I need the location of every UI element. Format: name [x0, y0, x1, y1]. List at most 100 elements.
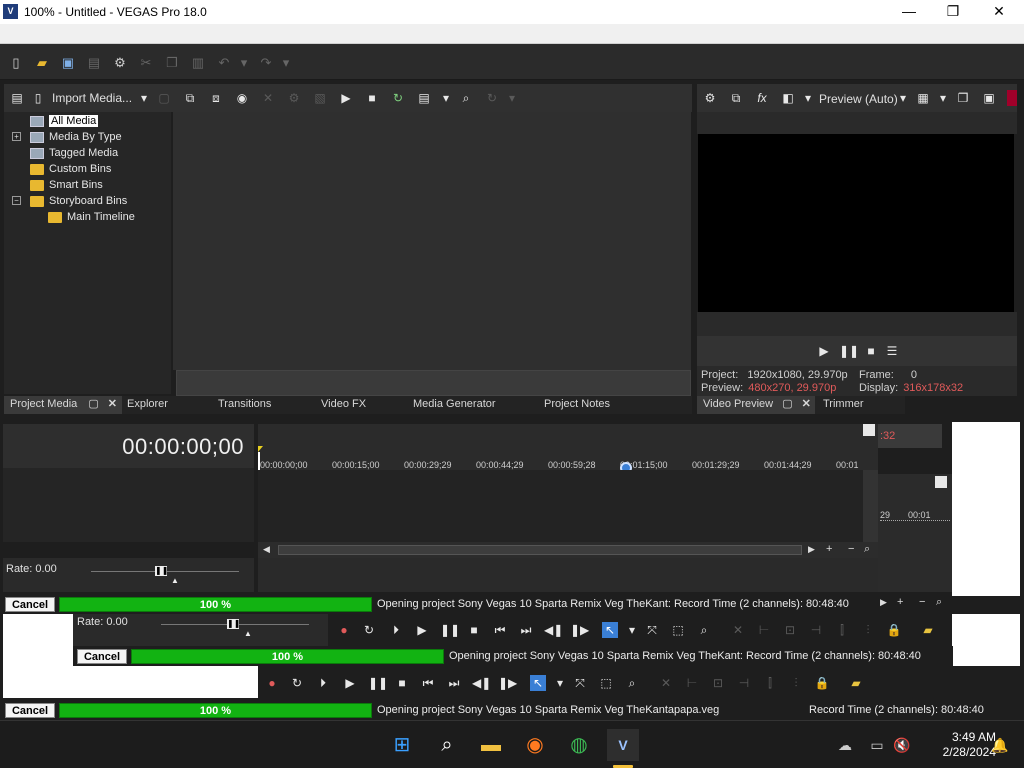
tab-trimmer[interactable]: Trimmer — [823, 396, 864, 414]
previous-frame-icon[interactable]: ◀❚ — [544, 622, 563, 638]
external-monitor-icon[interactable] — [1007, 90, 1017, 106]
trim-start-icon[interactable]: ⊢ — [684, 675, 700, 691]
zoom-out-icon[interactable]: − — [848, 543, 854, 555]
go-to-end-icon[interactable]: ⏭ — [518, 622, 534, 638]
zoom-in-icon[interactable]: + — [826, 543, 832, 555]
save-snapshot-icon[interactable]: ▣ — [981, 90, 997, 106]
capture-icon[interactable]: ▢ — [156, 90, 172, 106]
timeline-ruler[interactable]: 00:00:00;00 00:00:15;00 00:00:29;29 00:0… — [258, 424, 878, 474]
preview-device-icon[interactable]: ⧉ — [728, 90, 744, 106]
split-dropdown-icon[interactable]: ▾ — [800, 90, 816, 106]
selection-tool-icon[interactable]: ⬚ — [670, 622, 686, 638]
tab-media-generator[interactable]: Media Generator — [413, 396, 496, 414]
zoom-tool-icon[interactable]: ⌕ — [936, 596, 942, 609]
tree-item-tagged-media[interactable]: Tagged Media — [30, 145, 118, 161]
tab-explorer[interactable]: Explorer — [127, 396, 168, 414]
normal-edit-tool-icon[interactable]: ↖ — [602, 622, 618, 638]
trim-start-icon[interactable]: ⊢ — [756, 622, 772, 638]
tab-transitions[interactable]: Transitions — [218, 396, 271, 414]
refresh-dropdown-icon[interactable]: ▾ — [504, 90, 520, 106]
lock-icon[interactable]: 🔒 — [814, 675, 830, 691]
vegas-taskbar-icon[interactable]: V — [607, 729, 639, 761]
close-panel-icon[interactable]: ✕ — [802, 398, 811, 410]
maximize-panel-icon[interactable]: ▢ — [88, 398, 98, 410]
go-to-end-icon[interactable]: ⏭ — [446, 675, 462, 691]
play-from-start-icon[interactable]: ⏵ — [315, 675, 331, 691]
cursor-line[interactable] — [258, 452, 260, 470]
paste-icon[interactable]: ▥ — [190, 55, 206, 71]
close-button[interactable]: ✕ — [976, 0, 1022, 24]
marker-icon[interactable]: ▰ — [848, 675, 864, 691]
tab-project-media[interactable]: Project Media ▢ ✕ — [4, 396, 122, 414]
stop-icon[interactable]: ■ — [863, 343, 879, 359]
vertical-scrollbar[interactable] — [863, 470, 878, 542]
scroll-right-icon[interactable]: ▶ — [880, 597, 887, 608]
open-folder-icon[interactable]: ▰ — [34, 55, 50, 71]
tree-item-custom-bins[interactable]: Custom Bins — [30, 161, 111, 177]
scroll-left-icon[interactable]: ◀ — [263, 544, 270, 555]
edit-tool-dropdown-icon[interactable]: ▾ — [552, 675, 568, 691]
ripple-icon[interactable]: ⫶ — [860, 622, 876, 638]
redo-dropdown-icon[interactable]: ▾ — [278, 55, 294, 71]
new-file-icon[interactable]: ▯ — [8, 55, 24, 71]
cancel-button[interactable]: Cancel — [77, 649, 127, 664]
marker-icon[interactable]: ▰ — [920, 622, 936, 638]
split-icon[interactable]: ⫿ — [834, 622, 850, 638]
stop-icon[interactable]: ■ — [394, 675, 410, 691]
split-screen-icon[interactable]: ◧ — [780, 90, 796, 106]
lock-icon[interactable]: 🔒 — [886, 622, 902, 638]
copy-icon[interactable]: ❐ — [164, 55, 180, 71]
marker-flag-icon[interactable] — [863, 424, 875, 436]
go-to-start-icon[interactable]: ⏮ — [420, 675, 436, 691]
overlays-icon[interactable]: ▦ — [915, 90, 931, 106]
tab-video-preview[interactable]: Video Preview ▢ ✕ — [697, 396, 815, 414]
delete-icon[interactable]: ✕ — [658, 675, 674, 691]
media-list-area[interactable] — [173, 112, 691, 370]
pause-icon[interactable]: ❚❚ — [839, 343, 859, 359]
split-icon[interactable]: ⫿ — [762, 675, 778, 691]
overlays-dropdown-icon[interactable]: ▾ — [935, 90, 951, 106]
tree-item-main-timeline[interactable]: Main Timeline — [48, 209, 135, 225]
zoom-in-icon[interactable]: + — [897, 596, 903, 608]
timeline-tracks-area[interactable] — [258, 470, 863, 542]
ripple-icon[interactable]: ⫶ — [788, 675, 804, 691]
search-icon[interactable]: ⌕ — [431, 729, 463, 761]
import-media-button[interactable]: Import Media... — [52, 91, 132, 105]
view-mode-icon[interactable]: ▤ — [416, 90, 432, 106]
tree-item-smart-bins[interactable]: Smart Bins — [30, 177, 103, 193]
remove-unused-icon[interactable]: ⧈ — [208, 90, 224, 106]
search-icon[interactable]: ⌕ — [458, 90, 474, 106]
copy-snapshot-icon[interactable]: ❐ — [955, 90, 971, 106]
notification-bell-icon[interactable]: 🔔 — [984, 729, 1016, 761]
gear-icon[interactable]: ⚙ — [112, 55, 128, 71]
previous-frame-icon[interactable]: ◀❚ — [472, 675, 491, 691]
trim-end-icon[interactable]: ⊣ — [736, 675, 752, 691]
firefox-icon[interactable]: ◉ — [519, 729, 551, 761]
cloud-offline-icon[interactable]: ☁ — [829, 729, 861, 761]
close-panel-icon[interactable]: ✕ — [108, 398, 117, 410]
preview-quality-select[interactable]: Preview (Auto) — [819, 92, 898, 106]
selection-tool-icon[interactable]: ⬚ — [598, 675, 614, 691]
loop-icon[interactable]: ↻ — [289, 675, 305, 691]
undo-dropdown-icon[interactable]: ▾ — [236, 55, 252, 71]
play-icon[interactable]: ▶ — [816, 343, 832, 359]
web-media-icon[interactable]: ◉ — [234, 90, 250, 106]
refresh-icon[interactable]: ↻ — [484, 90, 500, 106]
normal-edit-tool-icon[interactable]: ↖ — [530, 675, 546, 691]
render-icon[interactable]: ▤ — [86, 55, 102, 71]
loop-icon[interactable]: ↻ — [361, 622, 377, 638]
scroll-right-icon[interactable]: ▶ — [808, 544, 815, 555]
redo-icon[interactable]: ↷ — [258, 55, 274, 71]
play-icon[interactable]: ▶ — [338, 90, 354, 106]
trim-icon[interactable]: ⊡ — [710, 675, 726, 691]
delete-icon[interactable]: ✕ — [260, 90, 276, 106]
collapse-icon[interactable]: − — [12, 196, 21, 205]
cancel-button[interactable]: Cancel — [5, 597, 55, 612]
cut-icon[interactable]: ✂ — [138, 55, 154, 71]
play-from-start-icon[interactable]: ⏵ — [388, 622, 404, 638]
record-icon[interactable]: ● — [336, 622, 352, 638]
save-icon[interactable]: ▣ — [60, 55, 76, 71]
properties-icon[interactable]: ▧ — [312, 90, 328, 106]
get-media-icon[interactable]: ⧉ — [182, 90, 198, 106]
maximize-panel-icon[interactable]: ▢ — [782, 398, 792, 410]
